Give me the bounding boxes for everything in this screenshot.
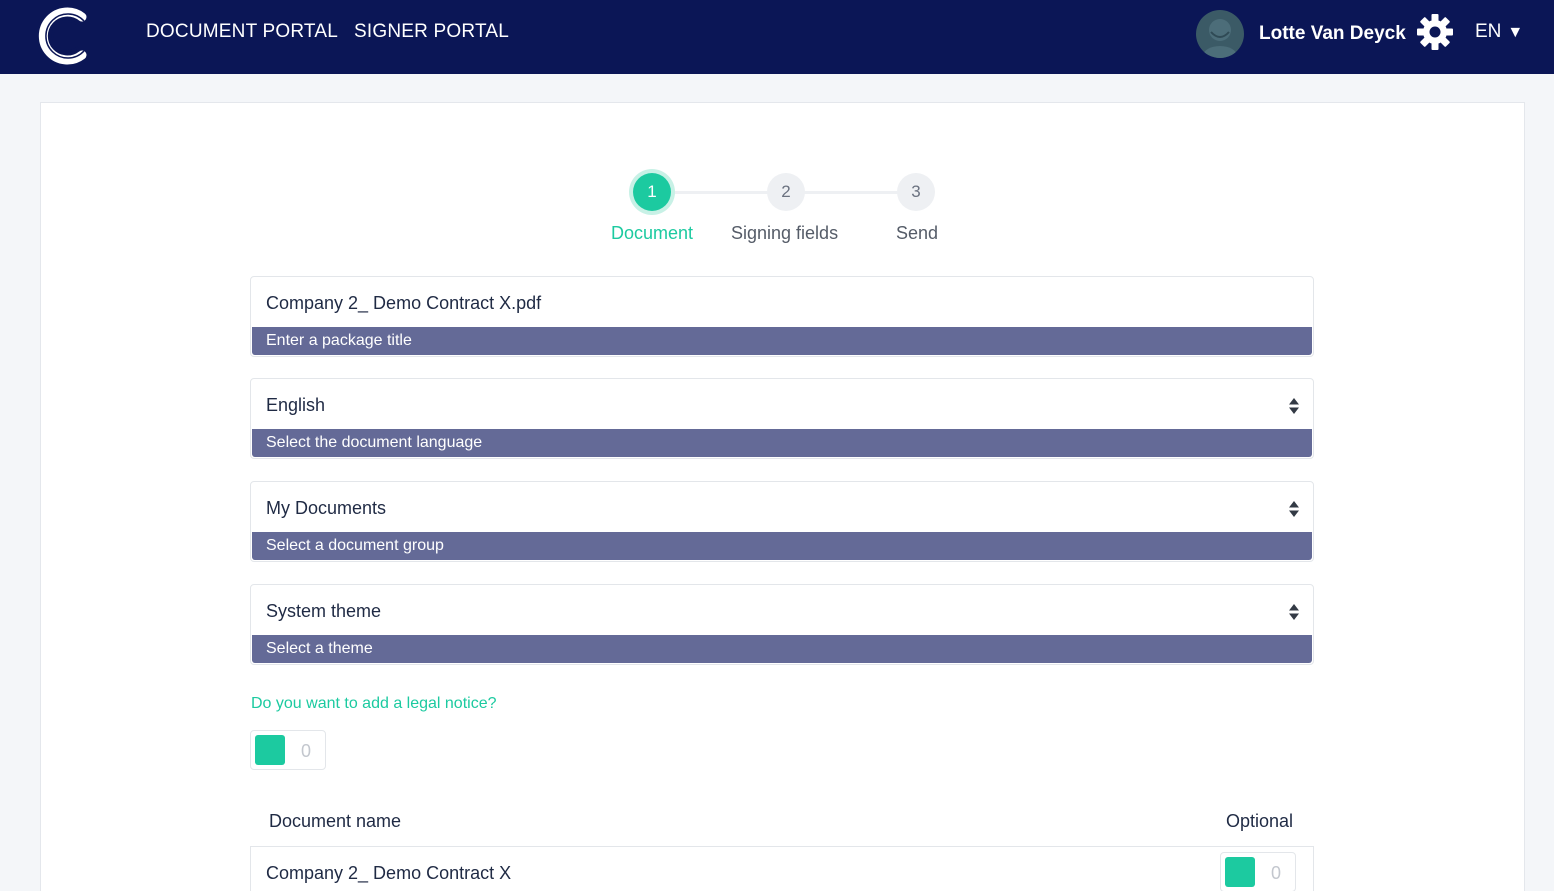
stepper-connector [800,191,904,194]
theme-select[interactable]: System theme Select a theme [250,584,1314,665]
toggle-state: 0 [301,741,312,761]
avatar-icon [1203,19,1237,58]
language-select-value: English [266,395,326,415]
toggle-knob [1225,857,1255,887]
user-name[interactable]: Lotte Van Deyck [1259,22,1406,46]
step-2-circle[interactable]: 2 [767,173,805,211]
document-group-select[interactable]: My Documents Select a document group [250,481,1314,562]
select-arrows-icon [1289,501,1299,517]
nav-signer-portal[interactable]: SIGNER PORTAL [354,20,509,44]
document-group-hint: Select a document group [252,532,1312,560]
company-logo[interactable] [38,5,90,67]
toggle-knob [255,735,285,765]
theme-hint: Select a theme [252,635,1312,663]
nav-document-portal[interactable]: DOCUMENT PORTAL [146,20,338,44]
language-select[interactable]: English Select the document language [250,378,1314,459]
select-arrows-icon [1289,604,1299,620]
legal-notice-toggle[interactable]: 0 [250,730,326,770]
step-1-label: Document [611,223,694,243]
optional-toggle[interactable]: 0 [1220,852,1296,891]
document-group-value: My Documents [266,498,387,518]
column-header-optional: Optional [1226,811,1294,831]
toggle-state: 0 [1271,863,1282,883]
document-name: Company 2_ Demo Contract X [266,863,512,883]
step-2-label: Signing fields [731,223,839,243]
step-1-circle[interactable]: 1 [633,173,671,211]
theme-value: System theme [266,601,382,621]
language-selector[interactable]: EN ▼ [1475,20,1523,45]
user-avatar[interactable] [1196,10,1244,58]
table-row: Company 2_ Demo Contract X 0 [250,846,1314,891]
caret-down-icon: ▼ [1507,24,1524,41]
top-navbar: DOCUMENT PORTAL SIGNER PORTAL Lotte Van … [0,0,1554,74]
gear-icon[interactable] [1416,13,1454,51]
select-arrows-icon [1289,398,1299,414]
column-header-document-name: Document name [269,811,402,831]
legal-notice-question[interactable]: Do you want to add a legal notice? [251,694,497,714]
language-hint: Select the document language [252,429,1312,457]
package-title-input[interactable] [266,293,1266,314]
package-title-field: Enter a package title [250,276,1314,357]
stepper-connector [668,191,772,194]
package-title-hint: Enter a package title [252,327,1312,355]
step-3-circle[interactable]: 3 [897,173,935,211]
step-3-label: Send [896,223,939,243]
language-code: EN [1475,21,1502,42]
